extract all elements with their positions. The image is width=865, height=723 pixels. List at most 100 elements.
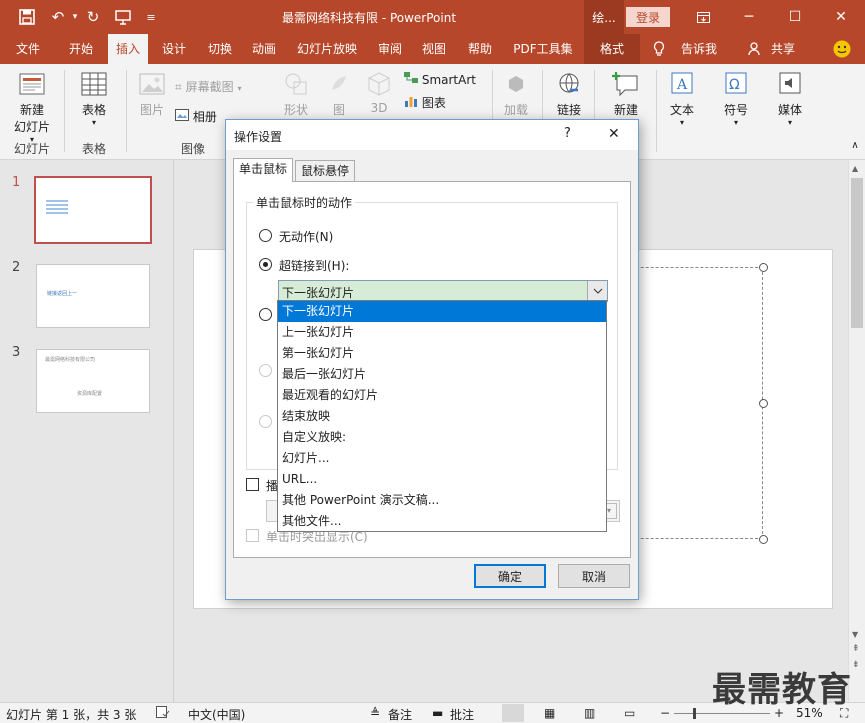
- dropdown-item-first-slide[interactable]: 第一张幻灯片: [278, 343, 606, 364]
- normal-view-icon[interactable]: [502, 704, 524, 722]
- scroll-up-icon[interactable]: ▲: [852, 164, 858, 173]
- table-label: 表格: [81, 103, 106, 117]
- new-slide-button[interactable]: 新建 幻灯片 ▾: [8, 70, 56, 144]
- previous-slide-icon[interactable]: ⇞: [852, 644, 860, 654]
- new-slide-label-line1: 新建: [19, 103, 44, 117]
- table-button[interactable]: 表格 ▾: [72, 70, 116, 127]
- context-tab-drawing[interactable]: 绘...: [584, 0, 624, 34]
- cancel-button[interactable]: 取消: [558, 564, 630, 588]
- icons-button[interactable]: 图: [322, 70, 356, 118]
- language[interactable]: 中文(中国): [188, 706, 245, 723]
- dialog-title: 操作设置: [234, 130, 283, 144]
- radio-hyperlink[interactable]: [259, 258, 272, 271]
- symbol-button[interactable]: Ω 符号 ▾: [716, 70, 756, 127]
- slide-sorter-icon[interactable]: ▦: [544, 706, 555, 720]
- present-icon[interactable]: [112, 6, 134, 28]
- tab-file[interactable]: 文件: [6, 34, 50, 64]
- new-comment-button[interactable]: 新建: [602, 70, 650, 118]
- save-icon[interactable]: [16, 6, 38, 28]
- redo-icon[interactable]: ↻: [82, 6, 104, 28]
- tab-slideshow[interactable]: 幻灯片放映: [290, 34, 364, 64]
- smartart-button[interactable]: SmartArt: [404, 72, 484, 87]
- next-slide-icon[interactable]: ⇟: [852, 660, 860, 670]
- dropdown-item-last-viewed[interactable]: 最近观看的幻灯片: [278, 385, 606, 406]
- dialog-close-button[interactable]: ✕: [608, 126, 620, 142]
- comments-icon[interactable]: ▬: [432, 706, 443, 720]
- addins-button[interactable]: 加载: [498, 70, 534, 118]
- share-button[interactable]: 共享: [766, 34, 800, 64]
- customize-toolbar-icon[interactable]: ≡: [140, 6, 162, 28]
- tab-view[interactable]: 视图: [414, 34, 454, 64]
- dropdown-item-next-slide[interactable]: 下一张幻灯片: [278, 301, 606, 322]
- dropdown-item-slide[interactable]: 幻灯片...: [278, 448, 606, 469]
- watermark-text: 最需教育: [712, 670, 852, 710]
- chevron-down-icon[interactable]: [587, 281, 607, 301]
- dropdown-item-other-presentation[interactable]: 其他 PowerPoint 演示文稿...: [278, 490, 606, 511]
- dropdown-item-previous-slide[interactable]: 上一张幻灯片: [278, 322, 606, 343]
- images-button[interactable]: 图片: [132, 70, 172, 118]
- tab-transitions[interactable]: 切换: [200, 34, 240, 64]
- resize-handle[interactable]: [759, 263, 768, 272]
- screenshot-label: 屏幕截图: [185, 80, 234, 94]
- dropdown-item-end-show[interactable]: 结束放映: [278, 406, 606, 427]
- tab-help[interactable]: 帮助: [460, 34, 500, 64]
- slide-thumbnail-2[interactable]: 链接返回上一: [36, 264, 150, 328]
- scroll-thumb[interactable]: [851, 178, 863, 328]
- resize-handle[interactable]: [759, 535, 768, 544]
- minimize-icon[interactable]: ─: [726, 0, 772, 34]
- comments-button[interactable]: 批注: [450, 706, 474, 723]
- tab-insert[interactable]: 插入: [108, 34, 148, 64]
- dropdown-item-custom-show[interactable]: 自定义放映:: [278, 427, 606, 448]
- shapes-button[interactable]: 形状: [276, 70, 316, 118]
- close-window-icon[interactable]: ✕: [818, 0, 864, 34]
- thumb-number: 3: [12, 345, 21, 360]
- scroll-down-icon[interactable]: ▼: [852, 630, 858, 639]
- resize-handle[interactable]: [759, 399, 768, 408]
- zoom-slider[interactable]: [674, 713, 770, 714]
- ok-button[interactable]: 确定: [474, 564, 546, 588]
- link-button[interactable]: 链接: [550, 70, 588, 118]
- tab-pdf-tools[interactable]: PDF工具集: [506, 34, 580, 64]
- notes-icon[interactable]: ≜: [370, 706, 380, 720]
- login-button[interactable]: 登录: [626, 7, 670, 27]
- spellcheck-icon[interactable]: [156, 706, 170, 721]
- zoom-out-icon[interactable]: −: [660, 706, 670, 720]
- svg-text:Ω: Ω: [729, 77, 740, 93]
- dropdown-item-last-slide[interactable]: 最后一张幻灯片: [278, 364, 606, 385]
- tab-home[interactable]: 开始: [58, 34, 104, 64]
- dropdown-item-url[interactable]: URL...: [278, 469, 606, 490]
- notes-button[interactable]: 备注: [388, 706, 412, 723]
- maximize-icon[interactable]: ☐: [772, 0, 818, 34]
- slideshow-view-icon[interactable]: ▭: [624, 706, 635, 720]
- zoom-slider-thumb[interactable]: [693, 708, 696, 719]
- slide-thumbnail-3[interactable]: 最需网络科技有限公司 资源库配置: [36, 349, 150, 413]
- chart-button[interactable]: 图表: [404, 94, 464, 111]
- radio-no-action[interactable]: [259, 229, 272, 242]
- group-label-tables: 表格: [81, 142, 106, 156]
- tab-review[interactable]: 审阅: [370, 34, 410, 64]
- ribbon-divider: [656, 70, 657, 152]
- radio-run-program[interactable]: [259, 308, 272, 321]
- reading-view-icon[interactable]: ▥: [584, 706, 595, 720]
- tab-format[interactable]: 格式: [584, 34, 640, 64]
- tab-design[interactable]: 设计: [154, 34, 194, 64]
- media-label: 媒体: [777, 103, 802, 117]
- smiley-feedback-icon[interactable]: [830, 34, 854, 64]
- tab-mouse-over[interactable]: 鼠标悬停: [295, 160, 356, 182]
- tab-mouse-click[interactable]: 单击鼠标: [233, 158, 294, 182]
- text-button[interactable]: A 文本 ▾: [662, 70, 702, 127]
- hyperlink-combo[interactable]: 下一张幻灯片: [278, 280, 608, 302]
- media-button[interactable]: 媒体 ▾: [770, 70, 810, 127]
- screenshot-button[interactable]: ⌗ 屏幕截图 ▾: [175, 78, 257, 95]
- slide-thumbnail-1[interactable]: [34, 176, 152, 244]
- 3d-models-button[interactable]: 3D: [362, 70, 396, 115]
- collapse-ribbon-icon[interactable]: ∧: [848, 140, 862, 151]
- tell-me-search[interactable]: 告诉我: [676, 34, 722, 64]
- play-sound-checkbox[interactable]: [246, 478, 259, 491]
- dropdown-item-other-file[interactable]: 其他文件...: [278, 511, 606, 532]
- tab-animations[interactable]: 动画: [244, 34, 284, 64]
- vertical-scrollbar[interactable]: ▲ ▼ ⇞ ⇟: [848, 160, 865, 702]
- help-button[interactable]: ?: [564, 126, 571, 141]
- thumb-table-graphic: [46, 200, 68, 214]
- ribbon-display-icon[interactable]: [680, 0, 726, 34]
